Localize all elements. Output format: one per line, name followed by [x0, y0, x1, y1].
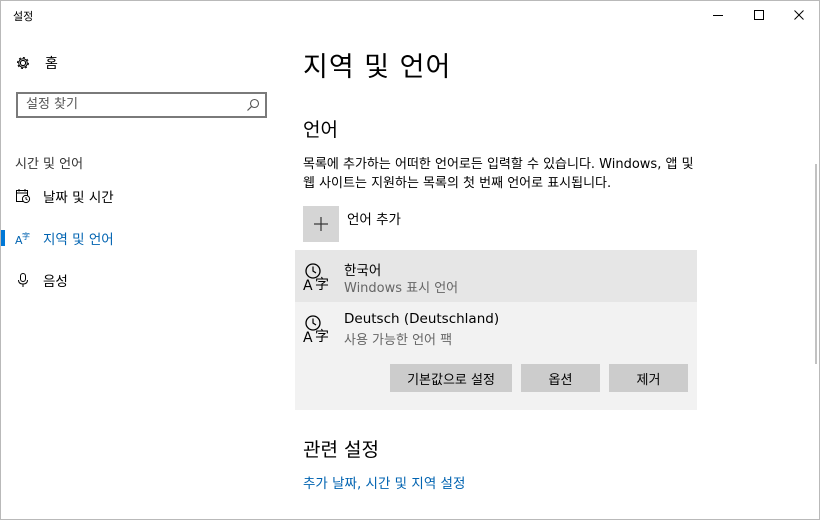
- related-settings-heading: 관련 설정: [303, 439, 379, 461]
- sidebar-section-label: 시간 및 언어: [15, 157, 84, 172]
- page-title: 지역 및 언어: [303, 52, 452, 83]
- add-language-button[interactable]: 언어 추가: [303, 206, 401, 242]
- search-icon[interactable]: [246, 98, 260, 112]
- gear-icon: [17, 57, 29, 69]
- title-bar: 설정: [1, 1, 819, 31]
- language-heading: 언어: [303, 119, 338, 141]
- language-icon: A 字: [303, 315, 329, 343]
- sidebar-home[interactable]: 홈: [15, 53, 58, 73]
- svg-text:A: A: [303, 278, 313, 291]
- minimize-icon: [713, 15, 723, 16]
- calendar-clock-icon: [15, 188, 31, 204]
- close-icon: [794, 10, 804, 20]
- sidebar-item-label: 음성: [43, 274, 68, 290]
- language-actions: 기본값으로 설정 옵션 제거: [295, 354, 697, 410]
- language-icon: A 字: [303, 263, 329, 291]
- sidebar: 홈 시간 및 언어 날짜 및 시간 A 字 지역: [1, 31, 283, 519]
- language-description: 목록에 추가하는 어떠한 언어로든 입력할 수 있습니다. Windows, 앱…: [303, 157, 694, 191]
- scrollbar-thumb[interactable]: [815, 164, 817, 364]
- maximize-button[interactable]: [739, 1, 779, 29]
- language-status: Windows 표시 언어: [344, 281, 459, 296]
- additional-date-time-region-link[interactable]: 추가 날짜, 시간 및 지역 설정: [303, 472, 465, 492]
- search-box[interactable]: [16, 92, 267, 118]
- language-list: A 字 한국어 Windows 표시 언어 A 字 Deutsch (Deuts…: [295, 250, 697, 410]
- svg-text:A: A: [303, 330, 313, 343]
- add-language-label: 언어 추가: [347, 212, 401, 228]
- remove-button[interactable]: 제거: [609, 364, 688, 392]
- language-name: 한국어: [344, 263, 382, 279]
- plus-icon: [303, 206, 339, 242]
- microphone-icon: [15, 272, 31, 288]
- scrollbar[interactable]: [815, 31, 818, 519]
- options-button[interactable]: 옵션: [521, 364, 600, 392]
- sidebar-item-label: 지역 및 언어: [43, 232, 114, 248]
- active-indicator: [1, 230, 5, 246]
- language-status: 사용 가능한 언어 팩: [344, 333, 453, 348]
- set-default-button[interactable]: 기본값으로 설정: [390, 364, 512, 392]
- maximize-icon: [754, 10, 764, 20]
- sidebar-item-date-time[interactable]: 날짜 및 시간: [1, 182, 283, 210]
- svg-text:字: 字: [22, 231, 30, 241]
- sidebar-item-label: 날짜 및 시간: [43, 190, 114, 206]
- home-label: 홈: [45, 56, 58, 72]
- language-item-korean[interactable]: A 字 한국어 Windows 표시 언어: [295, 250, 697, 302]
- sidebar-item-region-language[interactable]: A 字 지역 및 언어: [1, 224, 283, 252]
- close-button[interactable]: [779, 1, 819, 29]
- search-input[interactable]: [26, 97, 236, 112]
- sidebar-item-speech[interactable]: 음성: [1, 266, 283, 294]
- language-item-german[interactable]: A 字 Deutsch (Deutschland) 사용 가능한 언어 팩: [295, 302, 697, 354]
- minimize-button[interactable]: [698, 1, 738, 29]
- svg-text:字: 字: [315, 329, 329, 343]
- language-name: Deutsch (Deutschland): [344, 311, 500, 327]
- region-language-icon: A 字: [15, 230, 31, 246]
- svg-text:字: 字: [315, 277, 329, 291]
- window-title: 설정: [13, 10, 34, 23]
